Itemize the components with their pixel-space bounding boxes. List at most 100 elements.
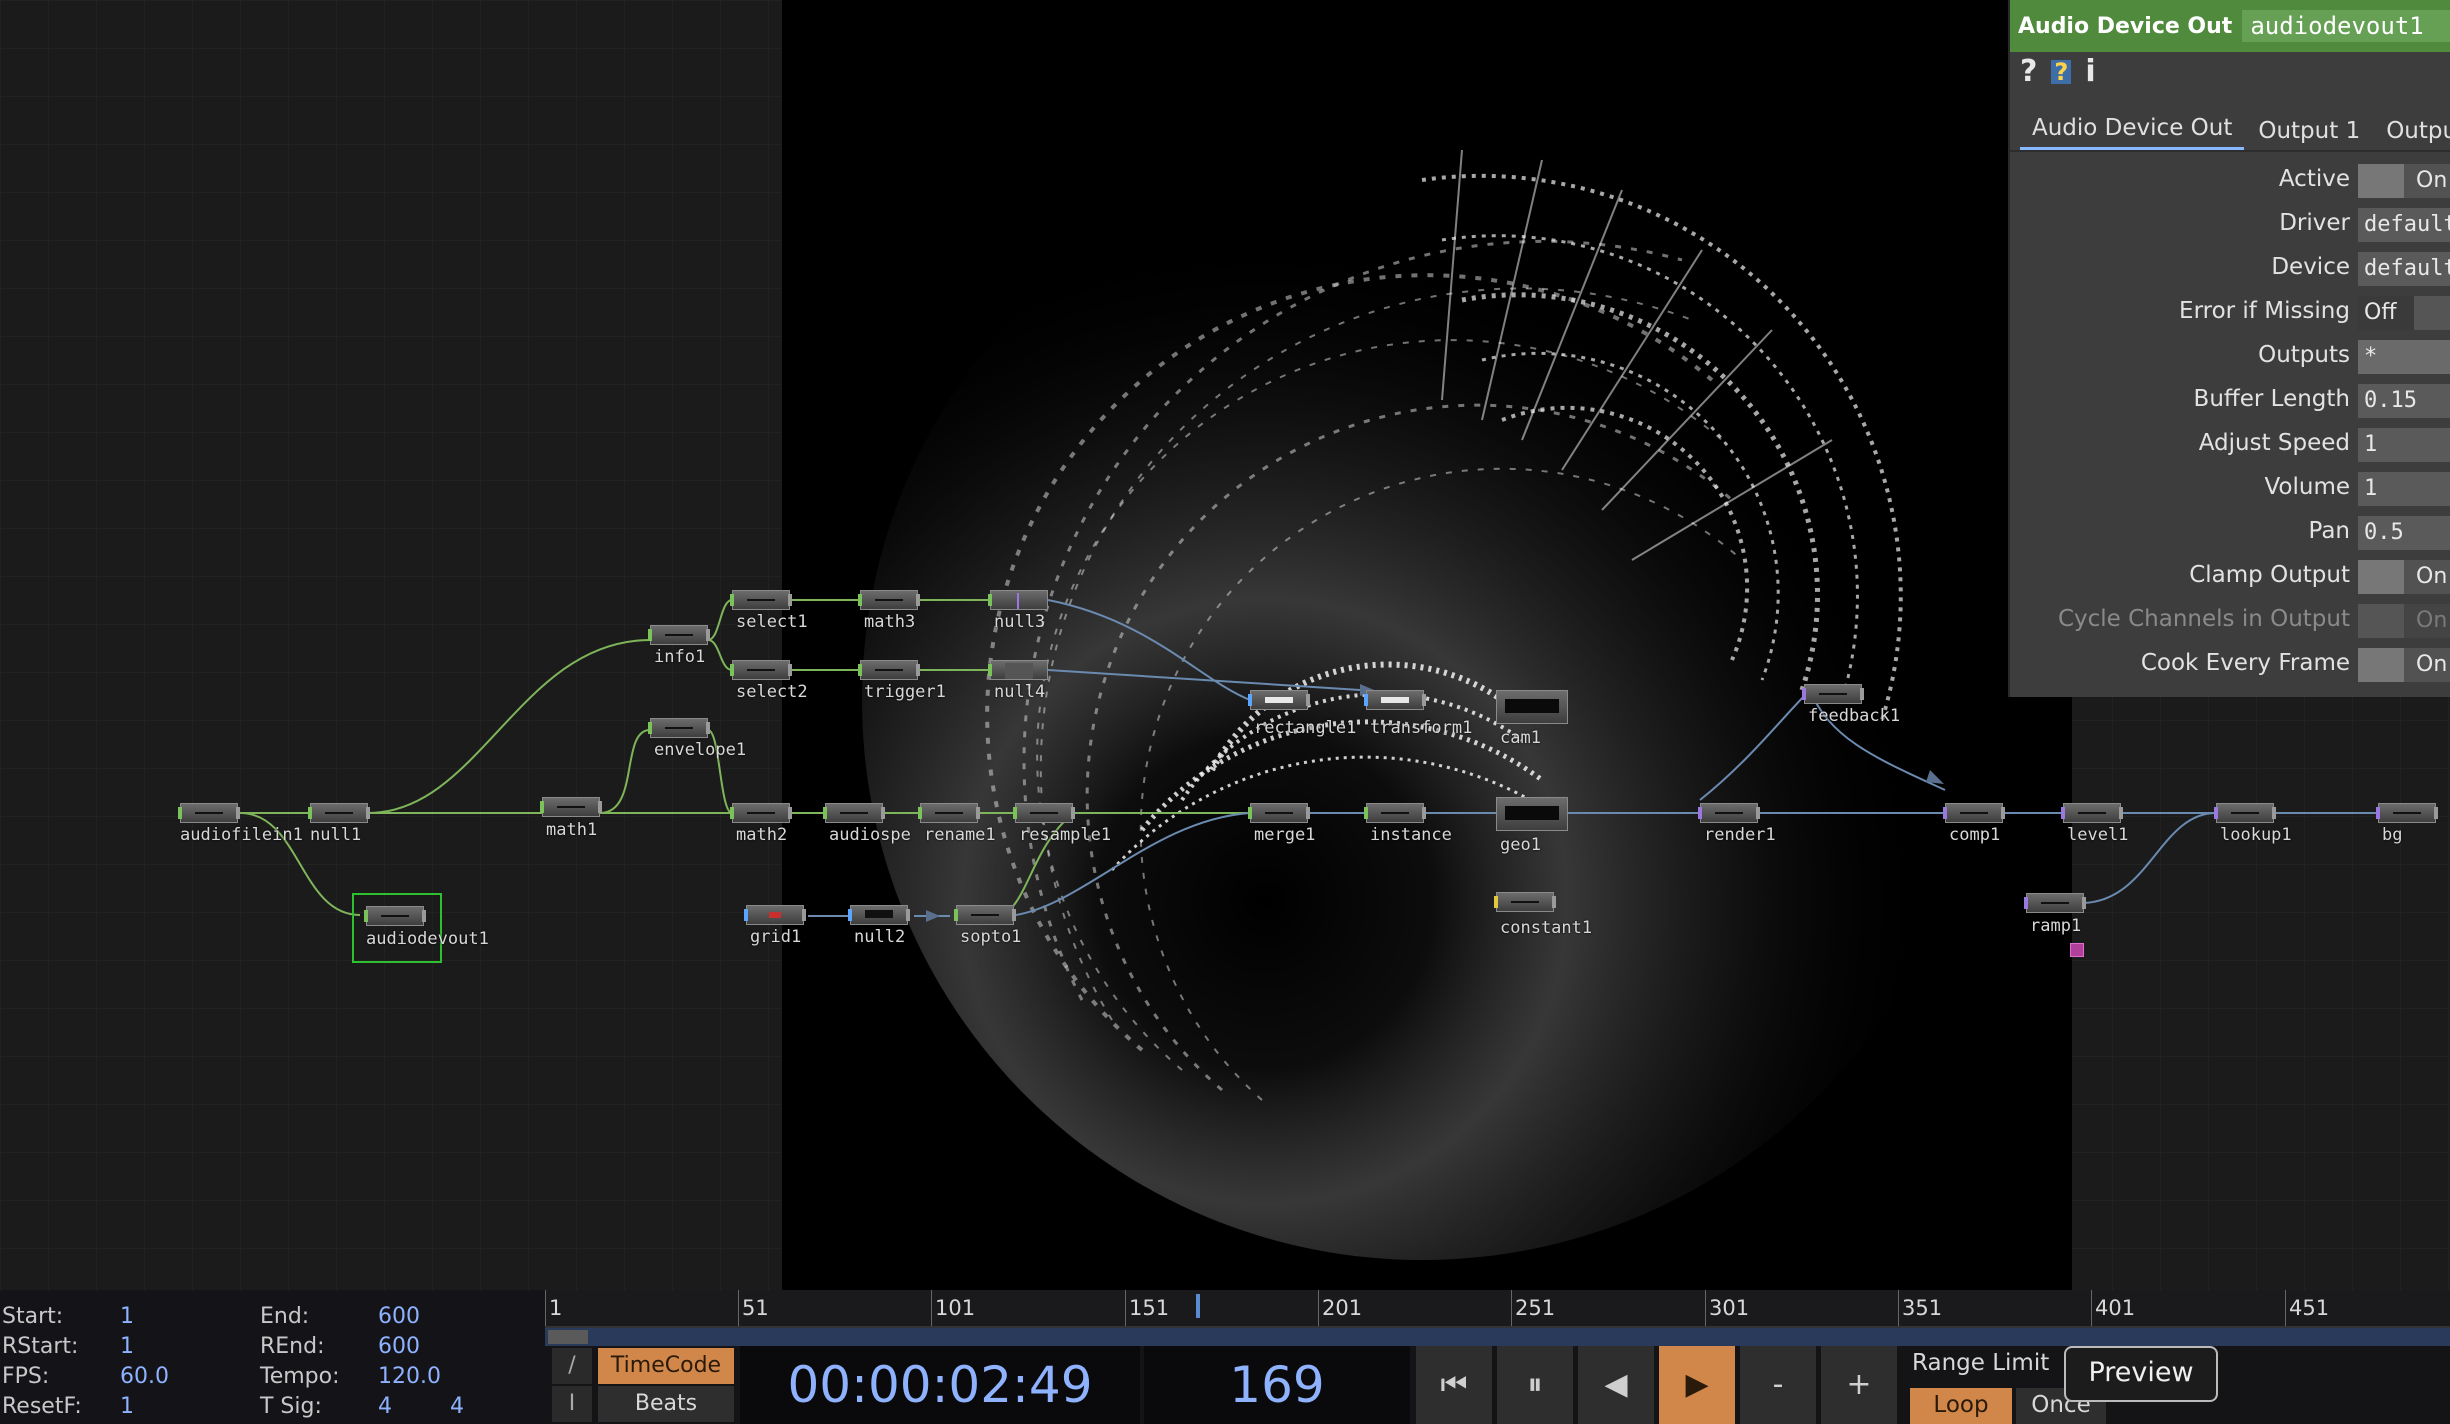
slash-button[interactable]: /: [552, 1348, 592, 1384]
node-lookup1[interactable]: [2214, 803, 2276, 823]
ruler-tick: 151: [1129, 1296, 1170, 1320]
node-select2[interactable]: [730, 660, 792, 680]
node-label: merge1: [1254, 825, 1316, 845]
end-value[interactable]: 600: [378, 1304, 420, 1329]
node-comp1[interactable]: [1943, 803, 2005, 823]
node-select1[interactable]: [730, 590, 792, 610]
outputs-field[interactable]: *: [2358, 340, 2450, 374]
timecode-toggle[interactable]: TimeCode: [598, 1348, 734, 1384]
node-info1[interactable]: [648, 625, 710, 645]
param-label: Adjust Speed: [2198, 430, 2350, 456]
help-icon[interactable]: ?: [2020, 57, 2037, 87]
tab-output-2[interactable]: Outpu: [2374, 118, 2450, 150]
tsig-denominator[interactable]: 4: [450, 1394, 464, 1419]
adjust-speed-field[interactable]: 1: [2358, 428, 2450, 462]
node-null2[interactable]: [848, 905, 910, 925]
pan-field[interactable]: 0.5: [2358, 516, 2450, 550]
node-level1[interactable]: [2061, 803, 2123, 823]
param-outputs: Outputs *: [2010, 334, 2450, 378]
param-label: Device: [2271, 254, 2350, 280]
operator-name-field[interactable]: audiodevout1: [2242, 10, 2450, 42]
active-toggle[interactable]: On: [2358, 164, 2450, 198]
end-label: End:: [260, 1304, 310, 1329]
param-adjust-speed: Adjust Speed 1: [2010, 422, 2450, 466]
cook-every-frame-toggle[interactable]: On: [2358, 648, 2450, 682]
buffer-length-field[interactable]: 0.15: [2358, 384, 2450, 418]
operator-type-label: Audio Device Out: [2018, 13, 2233, 39]
node-instance[interactable]: [1364, 803, 1426, 823]
rstart-value[interactable]: 1: [120, 1334, 134, 1359]
node-label: transform1: [1370, 718, 1473, 738]
python-help-icon[interactable]: ?: [2051, 60, 2072, 84]
node-label: render1: [1704, 825, 1776, 845]
range-scrollbar-handle[interactable]: [548, 1330, 588, 1344]
node-envelope1[interactable]: [648, 718, 710, 738]
param-buffer-length: Buffer Length 0.15: [2010, 378, 2450, 422]
node-null4[interactable]: [988, 660, 1048, 680]
node-sopto1[interactable]: [954, 905, 1016, 925]
node-null1[interactable]: [308, 803, 370, 823]
frame-display[interactable]: 169: [1144, 1346, 1410, 1424]
info-icon[interactable]: i: [2085, 57, 2095, 87]
node-audiofilein1[interactable]: [178, 803, 240, 823]
device-menu[interactable]: default: [2358, 252, 2450, 286]
node-geo1[interactable]: [1496, 797, 1568, 831]
step-plus-button[interactable]: +: [1821, 1346, 1897, 1424]
node-math3[interactable]: [858, 590, 920, 610]
start-value[interactable]: 1: [120, 1304, 134, 1329]
tempo-value[interactable]: 120.0: [378, 1364, 441, 1389]
cycle-channels-toggle[interactable]: On: [2358, 604, 2450, 638]
node-render1[interactable]: [1698, 803, 1760, 823]
param-label: Outputs: [2258, 342, 2350, 368]
node-rectangle1[interactable]: [1248, 690, 1310, 710]
node-constant1[interactable]: [1494, 892, 1556, 912]
node-resample1[interactable]: [1013, 803, 1075, 823]
rend-value[interactable]: 600: [378, 1334, 420, 1359]
node-label: comp1: [1949, 825, 2001, 845]
beats-toggle[interactable]: Beats: [598, 1386, 734, 1422]
frame-ruler[interactable]: 1 51 101 151 201 251 301 351 401 451: [545, 1290, 2450, 1328]
step-minus-button[interactable]: -: [1740, 1346, 1816, 1424]
param-cycle-channels: Cycle Channels in Output On: [2010, 598, 2450, 642]
node-null3[interactable]: [988, 590, 1048, 610]
volume-field[interactable]: 1: [2358, 472, 2450, 506]
playhead[interactable]: [1196, 1294, 1200, 1318]
node-merge1[interactable]: [1248, 803, 1310, 823]
range-scrollbar[interactable]: [545, 1328, 2450, 1346]
i-button[interactable]: I: [552, 1386, 592, 1422]
rewind-button[interactable]: ⏮: [1416, 1346, 1492, 1424]
tab-output-1[interactable]: Output 1: [2246, 118, 2372, 150]
param-driver: Driver default: [2010, 202, 2450, 246]
node-label: info1: [654, 647, 706, 667]
node-math1[interactable]: [540, 797, 602, 817]
error-if-missing-toggle[interactable]: Off: [2358, 296, 2450, 330]
node-bg[interactable]: [2376, 803, 2438, 823]
step-back-button[interactable]: ◀: [1578, 1346, 1654, 1424]
timecode-display[interactable]: 00:00:02:49: [740, 1346, 1140, 1424]
viewer-flag-icon[interactable]: [2070, 943, 2084, 957]
node-label: audiospe: [829, 825, 911, 845]
parameter-panel: Audio Device Out audiodevout1 ? ? i Audi…: [2008, 0, 2450, 697]
clamp-output-toggle[interactable]: On: [2358, 560, 2450, 594]
node-cam1[interactable]: [1496, 690, 1568, 724]
node-ramp1[interactable]: [2024, 893, 2086, 913]
node-math2[interactable]: [730, 803, 792, 823]
node-label: null2: [854, 927, 906, 947]
play-button[interactable]: ▶: [1659, 1346, 1735, 1424]
tsig-numerator[interactable]: 4: [378, 1394, 392, 1419]
resetf-value[interactable]: 1: [120, 1394, 134, 1419]
node-trigger1[interactable]: [858, 660, 920, 680]
fps-value[interactable]: 60.0: [120, 1364, 169, 1389]
node-grid1[interactable]: [744, 905, 806, 925]
node-transform1[interactable]: [1364, 690, 1426, 710]
tab-audio-device-out[interactable]: Audio Device Out: [2020, 115, 2245, 150]
node-audiodevout1[interactable]: [364, 906, 426, 926]
node-audiospectrum1[interactable]: [823, 803, 885, 823]
pause-button[interactable]: ⏸: [1497, 1346, 1573, 1424]
ruler-tick: 201: [1322, 1296, 1363, 1320]
node-feedback1[interactable]: [1802, 684, 1864, 704]
node-rename1[interactable]: [918, 803, 980, 823]
driver-menu[interactable]: default: [2358, 208, 2450, 242]
loop-button[interactable]: Loop: [1910, 1388, 2012, 1424]
param-label: Pan: [2308, 518, 2350, 544]
